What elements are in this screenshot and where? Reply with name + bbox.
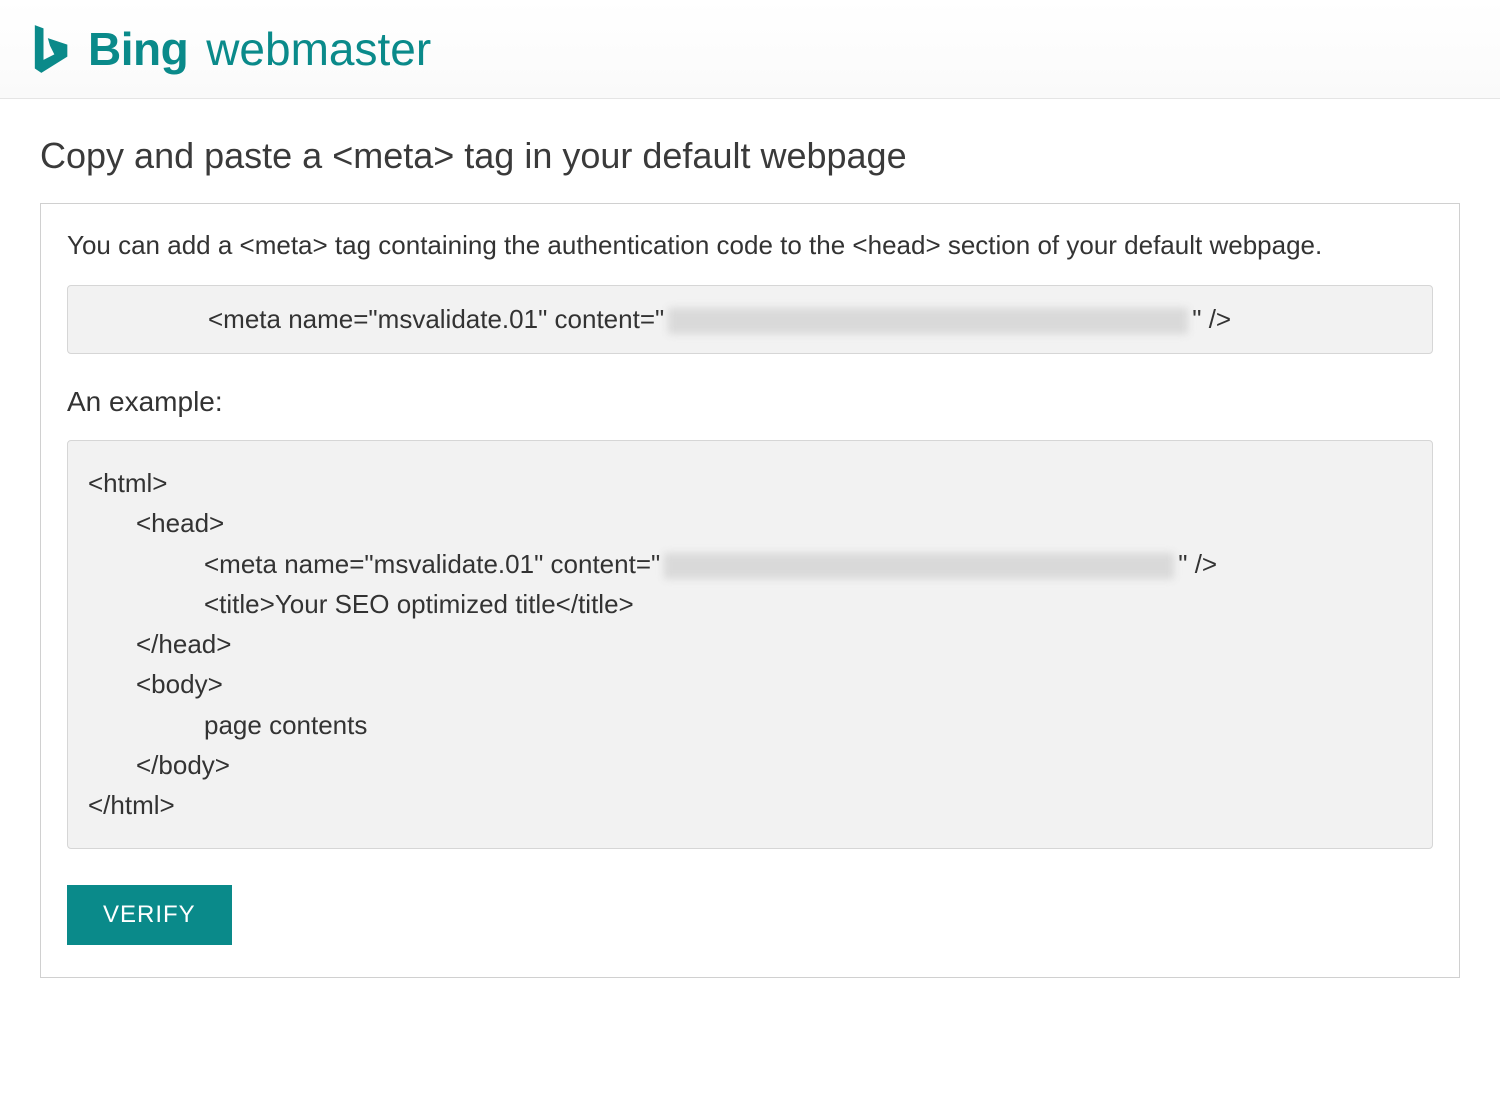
- example-close-body: </body>: [136, 750, 230, 780]
- verify-button[interactable]: VERIFY: [67, 885, 232, 945]
- example-title-line: <title>Your SEO optimized title</title>: [204, 589, 634, 619]
- meta-suffix: " />: [1192, 304, 1231, 334]
- verification-panel: You can add a <meta> tag containing the …: [40, 203, 1460, 978]
- webmaster-text: webmaster: [206, 22, 431, 76]
- meta-prefix: <meta name="msvalidate.01" content=": [208, 304, 664, 334]
- meta-tag-code[interactable]: <meta name="msvalidate.01" content=" " />: [67, 285, 1433, 354]
- instruction-text: You can add a <meta> tag containing the …: [67, 230, 1433, 261]
- bing-brand-text: Bing: [88, 22, 188, 76]
- example-open-html: <html>: [88, 468, 168, 498]
- example-close-head: </head>: [136, 629, 231, 659]
- example-body-content: page contents: [204, 710, 367, 740]
- example-label: An example:: [67, 386, 1433, 418]
- example-open-body: <body>: [136, 669, 223, 699]
- example-code-block: <html> <head> <meta name="msvalidate.01"…: [67, 440, 1433, 849]
- page-title: Copy and paste a <meta> tag in your defa…: [40, 135, 1460, 177]
- redacted-authentication-code: [664, 553, 1174, 579]
- main-content: Copy and paste a <meta> tag in your defa…: [0, 99, 1500, 1014]
- example-open-head: <head>: [136, 508, 224, 538]
- example-meta-prefix: <meta name="msvalidate.01" content=": [204, 549, 660, 579]
- redacted-authentication-code: [668, 308, 1188, 334]
- bing-logo-icon: [28, 23, 72, 75]
- example-close-html: </html>: [88, 790, 175, 820]
- app-header: Bing webmaster: [0, 0, 1500, 99]
- example-meta-suffix: " />: [1178, 549, 1217, 579]
